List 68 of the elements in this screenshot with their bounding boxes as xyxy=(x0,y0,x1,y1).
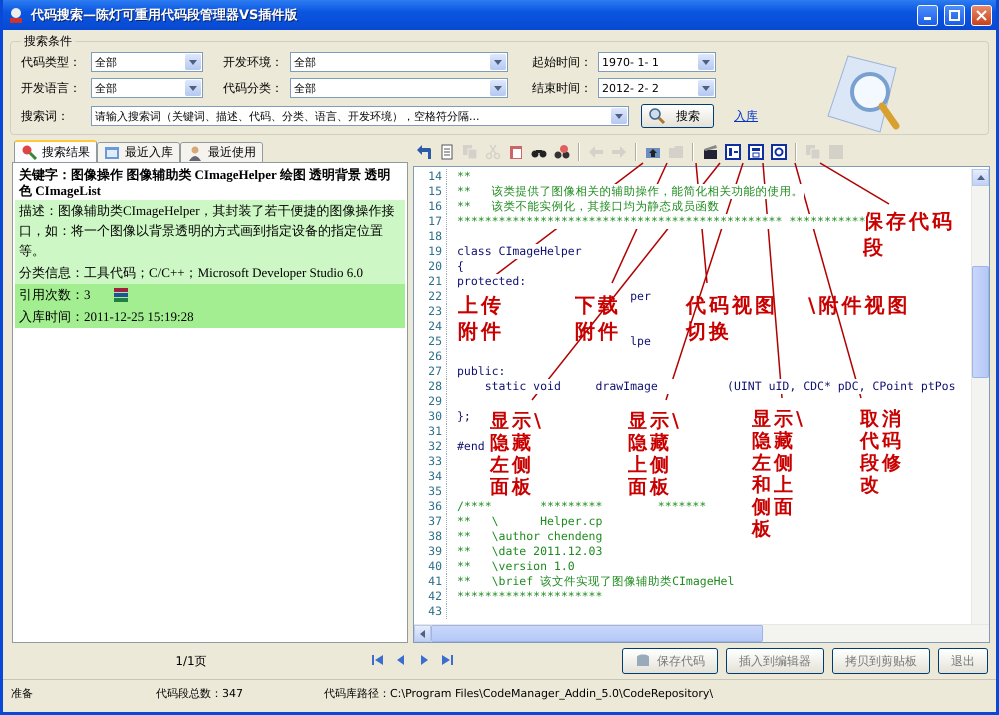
left-panel-icon[interactable] xyxy=(724,143,742,161)
close-icon xyxy=(976,10,987,20)
action-button[interactable]: 保存代码 xyxy=(622,648,718,674)
tab[interactable]: 搜索结果 xyxy=(14,140,97,162)
clipboard-icon[interactable] xyxy=(507,143,525,161)
field-label: 结束时间： xyxy=(532,80,593,96)
combo-box[interactable]: 全部 xyxy=(290,78,508,98)
action-button[interactable]: 插入到编辑器 xyxy=(726,648,824,674)
tab[interactable]: 最近入库 xyxy=(97,142,180,162)
database-icon xyxy=(635,653,651,669)
combo-box[interactable]: 请输入搜索词（关键词、描述、代码、分类、语言、开发环境），空格符分隔... xyxy=(91,106,629,126)
code-editor[interactable] xyxy=(413,166,990,643)
add-link[interactable]: 入库 xyxy=(734,108,758,124)
minimize-icon xyxy=(924,16,931,20)
search-button[interactable]: 搜索 xyxy=(641,104,714,128)
first-page-button[interactable] xyxy=(371,654,385,668)
last-page-button[interactable] xyxy=(440,654,454,668)
group-title: 搜索条件 xyxy=(23,33,73,50)
result-detail: 入库时间：2011-12-25 15:19:28 xyxy=(15,306,405,328)
maximize-button[interactable] xyxy=(944,4,965,26)
annotation-text: 取消 代码 段修 改 xyxy=(860,408,904,496)
result-keywords: 关键字：图像操作 图像辅助类 CImageHelper 绘图 透明背景 透明色 CImageList xyxy=(18,166,392,200)
tab[interactable]: 最近使用 xyxy=(180,142,263,162)
window-icon xyxy=(104,144,120,160)
books-icon xyxy=(112,287,128,303)
up-arrow-icon xyxy=(976,175,984,180)
page-indicator: 1/1页 xyxy=(174,652,208,670)
vertical-scrollbar[interactable] xyxy=(971,169,989,624)
result-detail: 描述：图像辅助类CImageHelper，其封装了若干便捷的图像操作接口，如：将一个图像以背景透明的方式画到指定设备的指定位置等。 xyxy=(15,200,405,262)
combo-box[interactable]: 2012- 2- 2 xyxy=(598,78,716,98)
annotation-text: 显示\ 隐藏 左侧 和上 侧面 板 xyxy=(752,408,806,540)
left-arrow-icon xyxy=(420,630,425,638)
status-text: 代码段总数：347 xyxy=(156,686,244,701)
field-label: 代码分类： xyxy=(223,80,284,96)
close-button[interactable] xyxy=(971,4,992,26)
action-button[interactable]: 拷贝到剪贴板 xyxy=(832,648,930,674)
window-title: 代码搜索—陈灯可重用代码段管理器VS插件版 xyxy=(31,6,298,24)
scroll-thumb[interactable] xyxy=(431,625,763,642)
field-label: 起始时间： xyxy=(532,54,593,70)
person-icon xyxy=(187,144,203,160)
annotation-text: 上传 附件 xyxy=(458,292,504,344)
search-icon xyxy=(648,107,666,125)
app-icon xyxy=(7,6,25,24)
scroll-thumb[interactable] xyxy=(972,266,989,378)
combo-box[interactable]: 全部 xyxy=(91,52,203,72)
field-label: 搜索词： xyxy=(21,108,70,124)
top-panel-icon[interactable] xyxy=(747,143,765,161)
back-arrow-icon[interactable] xyxy=(415,143,433,161)
clapperboard-icon[interactable] xyxy=(701,143,719,161)
status-text: 准备 xyxy=(10,686,34,701)
field-label: 代码类型： xyxy=(21,54,82,70)
result-detail: 分类信息：工具代码；C/C++；Microsoft Developer Studio 6.0 xyxy=(15,262,405,284)
minimize-button[interactable] xyxy=(917,4,938,26)
binoculars-icon[interactable] xyxy=(553,143,571,161)
annotation-text: 显示\ 隐藏 左侧 面板 xyxy=(490,410,544,498)
combo-box[interactable]: 全部 xyxy=(290,52,508,72)
horizontal-scrollbar[interactable] xyxy=(414,624,989,642)
action-button[interactable]: 退出 xyxy=(938,648,988,674)
target-panel-icon[interactable] xyxy=(770,143,788,161)
search-results-icon xyxy=(21,144,37,160)
maximize-icon xyxy=(949,10,960,20)
result-detail: 引用次数：3 xyxy=(15,284,405,306)
combo-box[interactable]: 全部 xyxy=(91,78,203,98)
field-label: 开发语言： xyxy=(21,80,82,96)
combo-box[interactable]: 1970- 1- 1 xyxy=(598,52,716,72)
status-text: 代码库路径：C:\Program Files\CodeManager_Addin_5.0\CodeRepository\ xyxy=(324,686,714,701)
annotation-text: 显示\ 隐藏 上侧 面板 xyxy=(628,410,682,498)
field-label: 开发环境： xyxy=(223,54,284,70)
